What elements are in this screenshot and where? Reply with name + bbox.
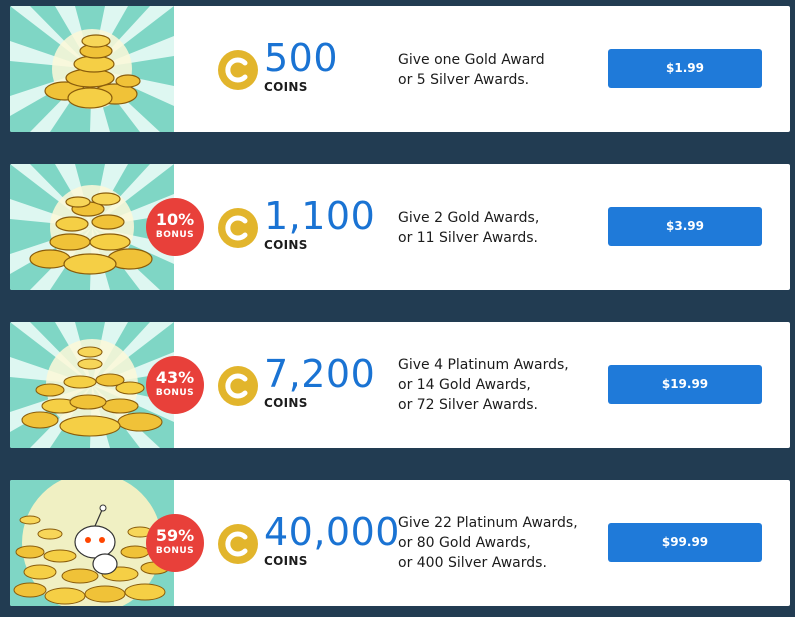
bonus-label: BONUS [155,388,195,398]
buy-button-1100[interactable]: $3.99 [608,207,762,246]
package-description: Give 2 Gold Awards, or 11 Silver Awards. [398,208,539,248]
bonus-badge: 59% BONUS [145,513,205,573]
description-line: Give 4 Platinum Awards, [398,357,569,373]
package-description: Give one Gold Award or 5 Silver Awards. [398,50,545,90]
description-line: or 11 Silver Awards. [398,230,538,246]
coin-icon [218,524,258,564]
coin-package-card: 43% BONUS 7,200 COINS Give 4 Platinum Aw… [10,322,790,448]
coin-amount: 1,100 [264,194,376,238]
coin-icon [218,208,258,248]
description-line: or 72 Silver Awards. [398,397,538,413]
description-line: Give one Gold Award [398,52,545,68]
bonus-percent: 10% [155,210,195,229]
coin-pile-image [10,6,174,132]
coins-label: COINS [264,238,308,252]
description-line: or 80 Gold Awards, [398,535,531,551]
description-line: Give 2 Gold Awards, [398,210,540,226]
description-line: or 14 Gold Awards, [398,377,531,393]
buy-button-40000[interactable]: $99.99 [608,523,762,562]
buy-button-500[interactable]: $1.99 [608,49,762,88]
coin-amount: 40,000 [264,510,400,554]
bonus-percent: 59% [155,526,195,545]
bonus-badge: 43% BONUS [145,355,205,415]
bonus-label: BONUS [155,546,195,556]
coin-amount: 7,200 [264,352,376,396]
bonus-badge: 10% BONUS [145,197,205,257]
coins-label: COINS [264,396,308,410]
package-description: Give 22 Platinum Awards, or 80 Gold Awar… [398,513,578,573]
buy-button-7200[interactable]: $19.99 [608,365,762,404]
coins-label: COINS [264,554,308,568]
bonus-percent: 43% [155,368,195,387]
coin-package-card: 59% BONUS 40,000 COINS Give 22 Platinum … [10,480,790,606]
coins-label: COINS [264,80,308,94]
coin-icon [218,50,258,90]
package-description: Give 4 Platinum Awards, or 14 Gold Award… [398,355,569,415]
coin-package-card: 500 COINS Give one Gold Award or 5 Silve… [10,6,790,132]
description-line: or 5 Silver Awards. [398,72,530,88]
coin-package-card: 10% BONUS 1,100 COINS Give 2 Gold Awards… [10,164,790,290]
coin-amount: 500 [264,36,339,80]
bonus-label: BONUS [155,230,195,240]
description-line: Give 22 Platinum Awards, [398,515,578,531]
description-line: or 400 Silver Awards. [398,555,547,571]
coin-icon [218,366,258,406]
